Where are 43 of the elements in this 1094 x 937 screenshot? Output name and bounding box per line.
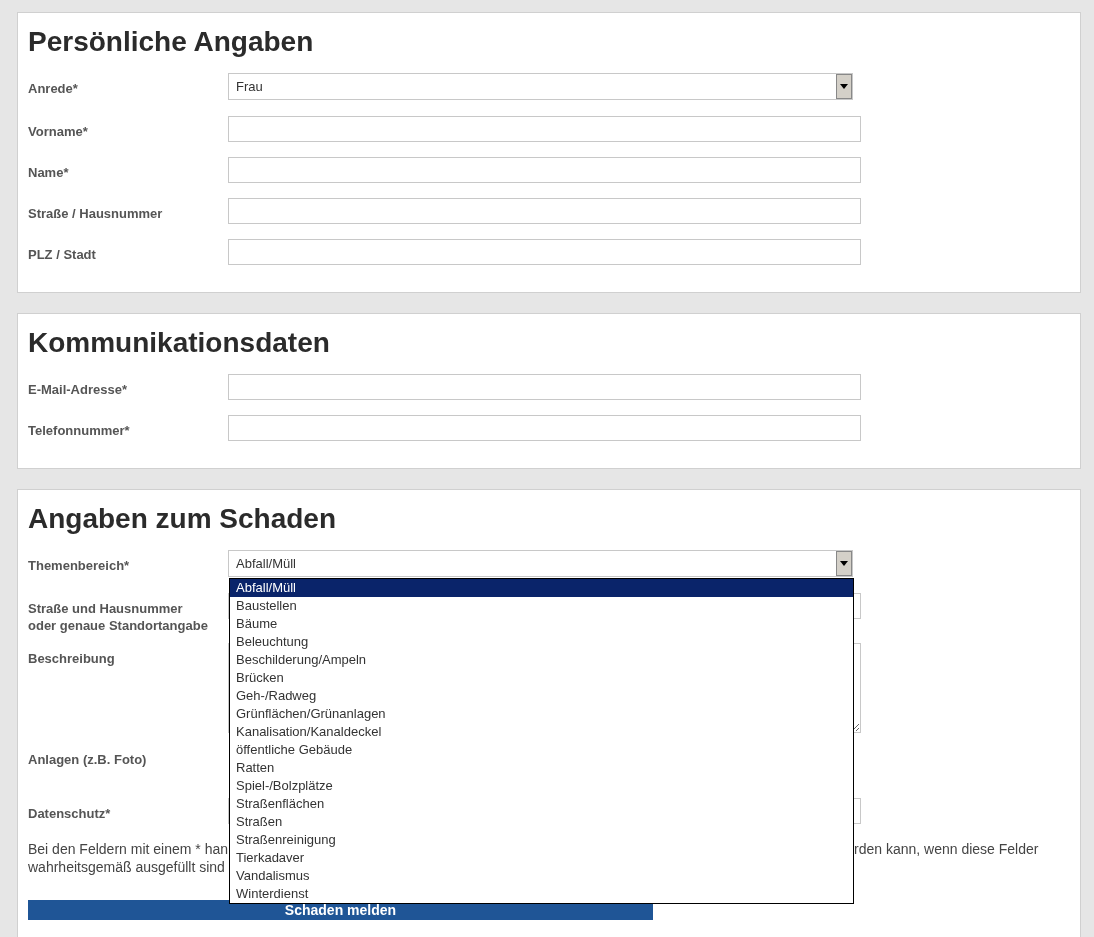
input-field[interactable] [228, 415, 861, 441]
dropdown-option[interactable]: Spiel-/Bolzplätze [230, 777, 853, 795]
field-label: Anrede* [28, 80, 79, 97]
input-field[interactable] [228, 374, 861, 400]
dropdown-option[interactable]: Vandalismus [230, 867, 853, 885]
dropdown-option[interactable]: Geh-/Radweg [230, 687, 853, 705]
input-field[interactable] [228, 239, 861, 265]
dropdown-option[interactable]: Straßenflächen [230, 795, 853, 813]
field-label: Telefonnummer* [28, 422, 131, 439]
field-label: Name* [28, 164, 70, 181]
field-label: Beschreibung [28, 650, 116, 667]
input-field[interactable] [228, 198, 861, 224]
notice-text: Bei den Feldern mit einem * han [28, 840, 228, 858]
field-label: Vorname* [28, 123, 89, 140]
field-label: Straße und Hausnummer oder genaue Standortangabe [28, 600, 208, 634]
dropdown-option[interactable]: Beleuchtung [230, 633, 853, 651]
section-heading: Kommunikationsdaten [28, 326, 331, 360]
dropdown-option[interactable]: Winterdienst [230, 885, 853, 903]
input-field[interactable] [228, 116, 861, 142]
section-heading: Persönliche Angaben [28, 25, 315, 59]
dropdown-option[interactable]: öffentliche Gebäude [230, 741, 853, 759]
dropdown-option[interactable]: Grünflächen/Grünanlagen [230, 705, 853, 723]
field-label: E-Mail-Adresse* [28, 381, 128, 398]
dropdown-option[interactable]: Abfall/Müll [230, 579, 853, 597]
section-heading: Angaben zum Schaden [28, 502, 338, 536]
field-label: Straße / Hausnummer [28, 205, 164, 222]
input-field[interactable] [228, 157, 861, 183]
dropdown-option[interactable]: Kanalisation/Kanaldeckel [230, 723, 853, 741]
dropdown-option[interactable]: Ratten [230, 759, 853, 777]
dropdown-option[interactable]: Brücken [230, 669, 853, 687]
select-field[interactable]: Frau [228, 73, 853, 100]
dropdown-option[interactable]: Straßenreinigung [230, 831, 853, 849]
field-label: PLZ / Stadt [28, 246, 97, 263]
dropdown-option[interactable]: Baustellen [230, 597, 853, 615]
dropdown-option[interactable]: Beschilderung/Ampeln [230, 651, 853, 669]
notice-text: wahrheitsgemäß ausgefüllt sind [28, 858, 225, 876]
notice-text: rden kann, wenn diese Felder [854, 840, 1039, 858]
dropdown-option[interactable]: Bäume [230, 615, 853, 633]
field-label: Themenbereich* [28, 557, 131, 574]
dropdown-option[interactable]: Straßen [230, 813, 853, 831]
field-label: Anlagen (z.B. Foto) [28, 751, 148, 768]
field-label: Datenschutz* [28, 805, 112, 822]
dropdown-option[interactable]: Tierkadaver [230, 849, 853, 867]
